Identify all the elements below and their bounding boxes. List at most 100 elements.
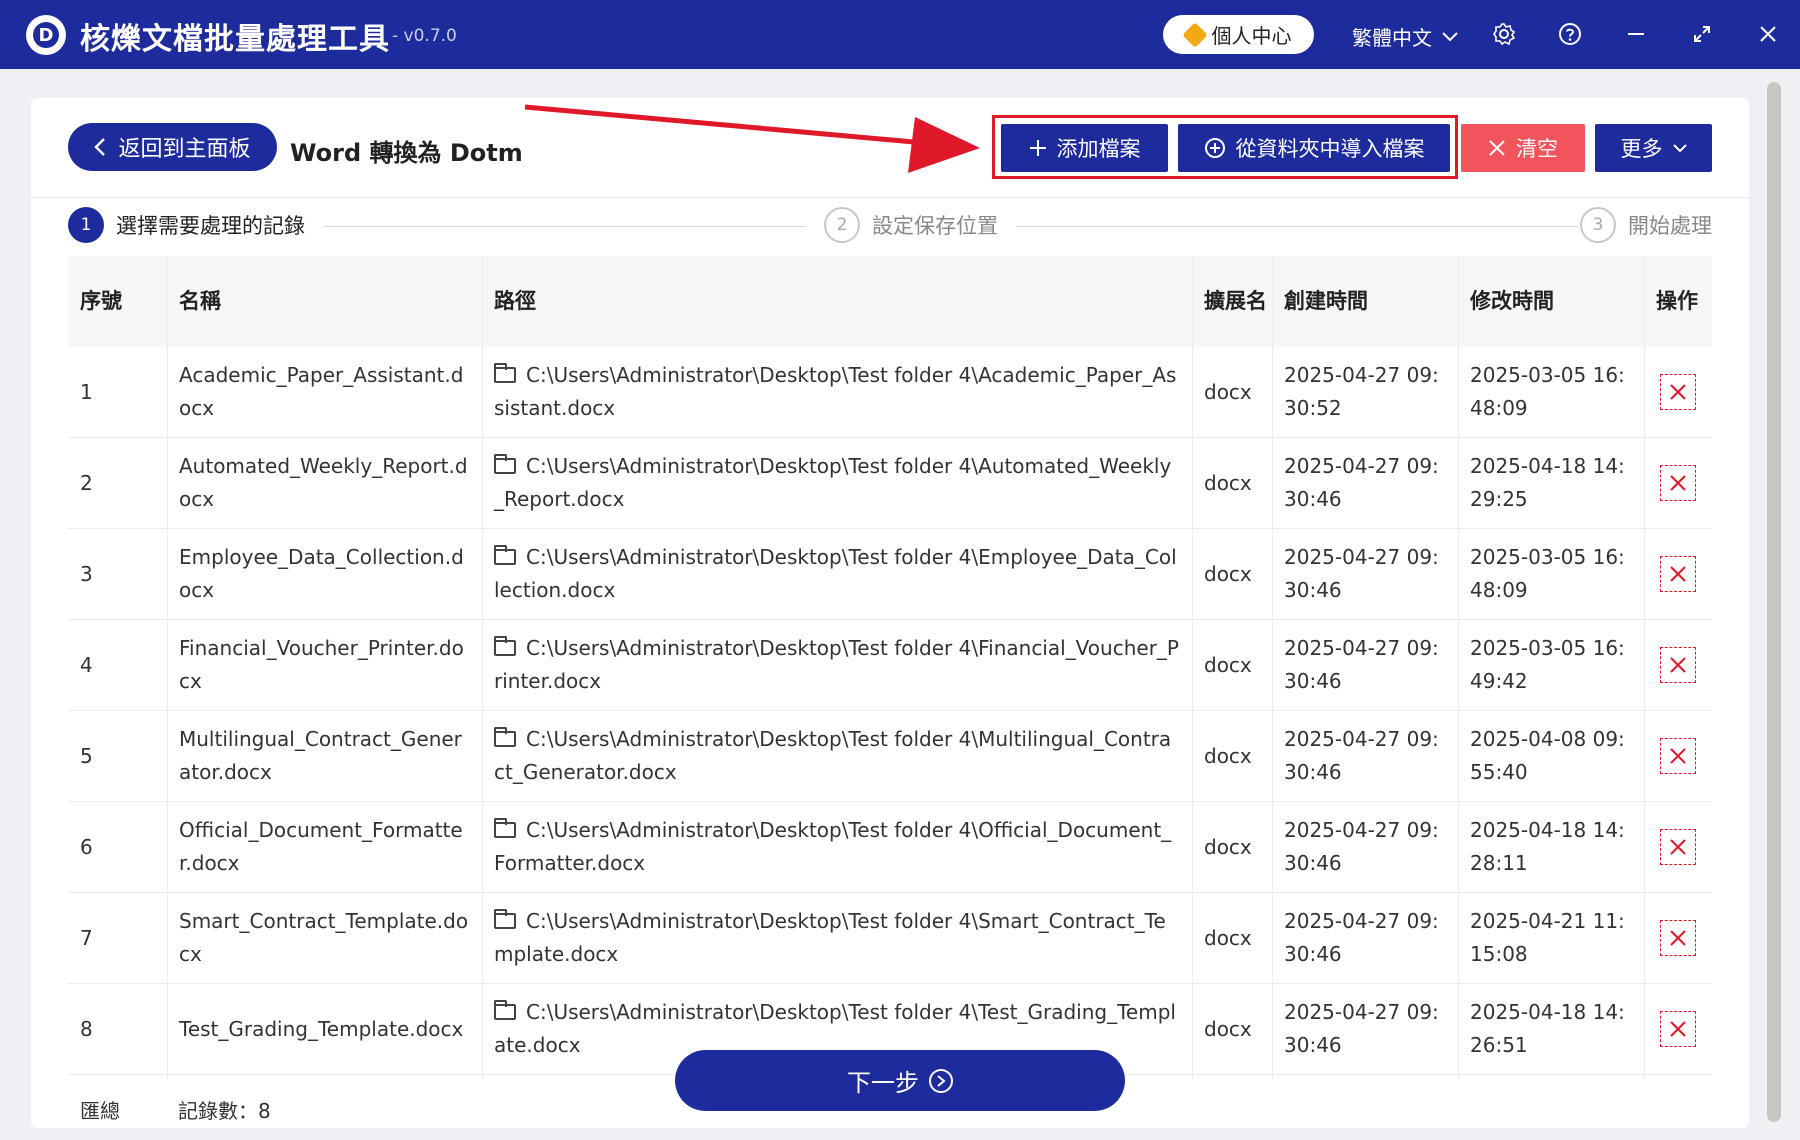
cell-index: 6 — [68, 802, 167, 892]
cell-path-text: C:\Users\Administrator\Desktop\Test fold… — [494, 727, 1172, 784]
help-button[interactable] — [1554, 18, 1586, 50]
cell-modified: 2025-03-05 16:48:09 — [1458, 529, 1644, 619]
delete-row-button[interactable] — [1660, 829, 1696, 865]
delete-row-button[interactable] — [1660, 465, 1696, 501]
cell-extension: docx — [1192, 984, 1272, 1074]
diamond-icon — [1181, 21, 1208, 48]
help-icon — [1559, 23, 1581, 45]
table-row: 6 Official_Document_Formatter.docx C:\User… — [68, 802, 1712, 893]
cell-index: 7 — [68, 893, 167, 983]
delete-row-button[interactable] — [1660, 920, 1696, 956]
cell-path-text: C:\Users\Administrator\Desktop\Test fold… — [494, 454, 1172, 511]
settings-button[interactable] — [1488, 18, 1520, 50]
close-window-button[interactable] — [1752, 18, 1784, 50]
cell-index-text: 6 — [80, 834, 93, 859]
cell-path-text: C:\Users\Administrator\Desktop\Test fold… — [494, 363, 1177, 420]
cell-created: 2025-04-27 09:30:46 — [1272, 620, 1458, 710]
cell-name: Smart_Contract_Template.docx — [167, 893, 482, 983]
delete-row-button[interactable] — [1660, 374, 1696, 410]
cell-modified: 2025-04-21 11:15:08 — [1458, 893, 1644, 983]
back-to-main-button[interactable]: 返回到主面板 — [68, 123, 277, 171]
cell-name-text: Financial_Voucher_Printer.docx — [179, 636, 464, 693]
cell-action — [1644, 984, 1712, 1074]
cell-index: 4 — [68, 620, 167, 710]
import-from-folder-button[interactable]: 從資料夾中導入檔案 — [1178, 124, 1450, 172]
clear-button[interactable]: 清空 — [1461, 124, 1585, 172]
personal-center-button[interactable]: 個人中心 — [1163, 15, 1314, 54]
chevron-left-icon — [94, 138, 106, 156]
step-number: 2 — [824, 207, 860, 243]
cell-created: 2025-04-27 09:30:46 — [1272, 711, 1458, 801]
cell-modified-text: 2025-03-05 16:49:42 — [1470, 636, 1625, 693]
delete-icon — [1670, 384, 1686, 400]
step-label: 開始處理 — [1628, 214, 1712, 238]
cell-index-text: 5 — [80, 743, 93, 768]
add-files-button[interactable]: 添加檔案 — [1001, 124, 1168, 172]
cell-created-text: 2025-04-27 09:30:46 — [1284, 818, 1439, 875]
cell-name-text: Test_Grading_Template.docx — [179, 1016, 464, 1041]
cell-name: Employee_Data_Collection.docx — [167, 529, 482, 619]
cell-extension-text: docx — [1204, 1016, 1252, 1041]
language-selector[interactable]: 繁體中文 — [1352, 22, 1458, 51]
cell-index-text: 7 — [80, 925, 93, 950]
column-divider — [1644, 256, 1645, 1079]
cell-path: C:\Users\Administrator\Desktop\Test fold… — [482, 802, 1192, 892]
cell-modified: 2025-04-18 14:26:51 — [1458, 984, 1644, 1074]
cell-path: C:\Users\Administrator\Desktop\Test fold… — [482, 620, 1192, 710]
delete-icon — [1670, 657, 1686, 673]
cell-index-text: 4 — [80, 652, 93, 677]
app-logo-letter: D — [33, 22, 59, 48]
personal-center-label: 個人中心 — [1211, 24, 1292, 48]
cell-name: Test_Grading_Template.docx — [167, 984, 482, 1074]
scrollbar-thumb[interactable] — [1767, 82, 1781, 1122]
vertical-scrollbar[interactable] — [1764, 80, 1784, 1125]
step-1: 1 選擇需要處理的記錄 — [68, 207, 305, 243]
step-connector — [324, 226, 806, 227]
table-row: 7 Smart_Contract_Template.docx C:\Users\Ad… — [68, 893, 1712, 984]
header-divider — [31, 197, 1749, 198]
maximize-icon — [1694, 26, 1710, 42]
cell-name: Financial_Voucher_Printer.docx — [167, 620, 482, 710]
header-index: 序號 — [80, 289, 122, 313]
step-label: 選擇需要處理的記錄 — [116, 214, 305, 238]
cell-created: 2025-04-27 09:30:46 — [1272, 529, 1458, 619]
header-modified: 修改時間 — [1470, 289, 1554, 313]
folder-icon — [494, 909, 516, 929]
cell-extension: docx — [1192, 438, 1272, 528]
delete-icon — [1670, 930, 1686, 946]
header-extension: 擴展名 — [1204, 289, 1267, 313]
cell-action — [1644, 711, 1712, 801]
cell-name-text: Automated_Weekly_Report.docx — [179, 454, 468, 511]
summary-label: 匯總 — [80, 1099, 120, 1123]
cell-index-text: 2 — [80, 470, 93, 495]
maximize-button[interactable] — [1686, 18, 1718, 50]
column-divider — [167, 256, 168, 1079]
cell-path: C:\Users\Administrator\Desktop\Test fold… — [482, 893, 1192, 983]
delete-row-button[interactable] — [1660, 556, 1696, 592]
step-number: 1 — [68, 207, 104, 243]
cell-name-text: Official_Document_Formatter.docx — [179, 818, 463, 875]
cell-action — [1644, 620, 1712, 710]
cell-index: 1 — [68, 347, 167, 437]
cell-name-text: Academic_Paper_Assistant.docx — [179, 363, 464, 420]
close-icon — [1489, 140, 1505, 156]
minimize-button[interactable] — [1620, 18, 1652, 50]
cell-path-text: C:\Users\Administrator\Desktop\Test fold… — [494, 545, 1177, 602]
step-3: 3 開始處理 — [1580, 207, 1712, 243]
cell-modified-text: 2025-04-08 09:55:40 — [1470, 727, 1625, 784]
gear-icon — [1493, 23, 1516, 46]
header-path: 路徑 — [494, 289, 536, 313]
next-step-label: 下一步 — [847, 1069, 919, 1097]
cell-extension: docx — [1192, 347, 1272, 437]
cell-created-text: 2025-04-27 09:30:46 — [1284, 909, 1439, 966]
next-step-button[interactable]: 下一步 — [675, 1050, 1125, 1111]
delete-row-button[interactable] — [1660, 647, 1696, 683]
cell-created: 2025-04-27 09:30:52 — [1272, 347, 1458, 437]
delete-icon — [1670, 566, 1686, 582]
more-button[interactable]: 更多 — [1595, 124, 1712, 172]
step-number: 3 — [1580, 207, 1616, 243]
delete-row-button[interactable] — [1660, 1011, 1696, 1047]
folder-icon — [494, 545, 516, 565]
delete-row-button[interactable] — [1660, 738, 1696, 774]
cell-index: 3 — [68, 529, 167, 619]
